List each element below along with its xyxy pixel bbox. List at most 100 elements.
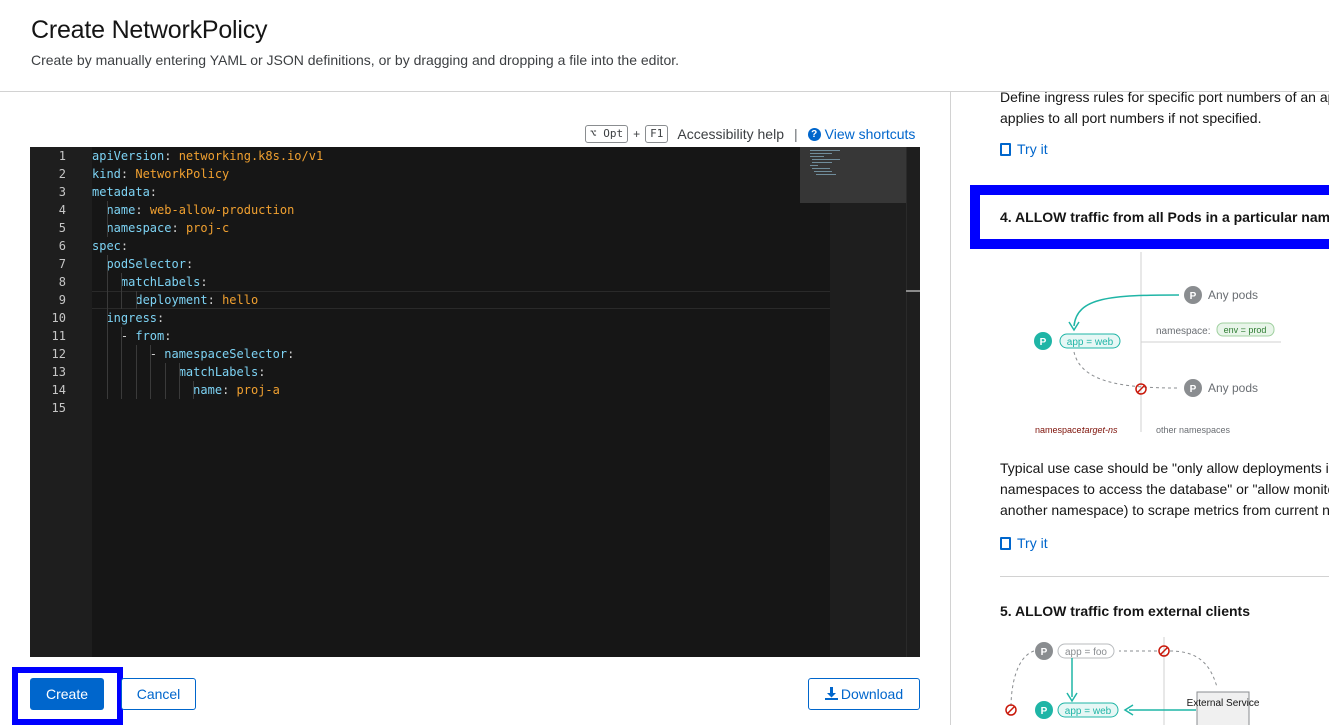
line-number: 14: [51, 383, 66, 397]
sample5-title: 5. ALLOW traffic from external clients: [1000, 603, 1250, 619]
yaml-key: metadata: [92, 185, 150, 199]
view-shortcuts-label: View shortcuts: [824, 126, 916, 142]
minimap-line: [816, 174, 836, 175]
sample4-diagram: P Any pods P Any pods namespace: env = p…: [1034, 252, 1281, 435]
sample3-description-line2: applies to all port numbers if not speci…: [1000, 110, 1262, 126]
line-number: 2: [58, 167, 66, 181]
line-number: 6: [58, 239, 66, 253]
yaml-separator: :: [200, 275, 208, 289]
indent-guide: [121, 291, 123, 309]
indent-guide: [107, 201, 108, 219]
yaml-key: name: [193, 383, 223, 397]
env-prod-tag: env = prod: [1224, 325, 1267, 335]
sample4-description-line2: namespaces to access the database" or "a…: [1000, 481, 1329, 497]
samples-sidebar: Define ingress rules for specific port n…: [951, 92, 1329, 725]
yaml-separator: :: [135, 203, 150, 217]
pod-badge: P: [1041, 706, 1048, 717]
line-number: 4: [58, 203, 66, 217]
target-namespace-label: namespace:: [1035, 425, 1084, 435]
download-button[interactable]: Download: [808, 678, 920, 710]
other-namespaces-label: other namespaces: [1156, 425, 1231, 435]
minimap-line: [810, 165, 818, 166]
line-number: 13: [51, 365, 66, 379]
indent-guide: [121, 381, 123, 399]
yaml-key: name: [106, 203, 136, 217]
yaml-key: from: [135, 329, 165, 343]
yaml-key: namespace: [106, 221, 172, 235]
line-number: 1: [58, 149, 66, 163]
sample5-diagram: P app = foo P app = web External Service: [1005, 637, 1260, 725]
target-ns-label: target-ns: [1082, 425, 1118, 435]
try-it-link-3[interactable]: Try it: [1000, 141, 1048, 157]
editor-scrollbar[interactable]: [906, 147, 920, 657]
minimap-line: [812, 162, 832, 163]
indent-guide: [179, 381, 180, 399]
minimap-line: [810, 153, 832, 154]
minimap[interactable]: [800, 147, 906, 203]
yaml-separator: :: [222, 383, 237, 397]
indent-guide: [164, 363, 166, 381]
sample4-title-highlight: [970, 185, 1329, 249]
pod-badge: P: [1190, 291, 1197, 302]
yaml-value: web-allow-production: [149, 203, 295, 217]
indent-guide: [107, 219, 108, 237]
indent-guide: [135, 381, 137, 399]
yaml-value: networking.k8s.io/v1: [178, 149, 324, 163]
yaml-value: NetworkPolicy: [135, 167, 230, 181]
indent-guide: [107, 327, 108, 345]
line-number: 5: [58, 221, 66, 235]
indent-guide: [121, 363, 123, 381]
code-line: spec:: [92, 237, 128, 255]
yaml-key: apiVersion: [92, 149, 165, 163]
try-it-link-4[interactable]: Try it: [1000, 535, 1048, 551]
namespace-label: namespace:: [1156, 326, 1210, 337]
page-header: Create NetworkPolicy Create by manually …: [0, 0, 1329, 92]
page-subtitle: Create by manually entering YAML or JSON…: [31, 52, 680, 68]
code-line: matchLabels:: [92, 273, 208, 291]
line-number: 11: [51, 329, 66, 343]
line-number: 9: [58, 293, 66, 307]
yaml-separator: :: [120, 167, 136, 181]
code-line: apiVersion: networking.k8s.io/v1: [92, 147, 323, 165]
indent-guide: [135, 363, 137, 381]
cancel-button[interactable]: Cancel: [121, 678, 196, 710]
line-number: 12: [51, 347, 66, 361]
sample3-description-line1: Define ingress rules for specific port n…: [1000, 92, 1329, 105]
yaml-separator: :: [157, 311, 165, 325]
yaml-editor[interactable]: 1 2 3 4 5 6 7 8 9 10 11 12 13 14 15 apiVersion: networ…: [30, 147, 920, 657]
indent-guide: [150, 345, 152, 363]
code-line: metadata:: [92, 183, 157, 201]
plus-sign: +: [633, 127, 641, 141]
line-number: 15: [51, 401, 66, 415]
app-web-tag: app = web: [1067, 337, 1114, 348]
sample4-description-line3: another namespace) to scrape metrics fro…: [1000, 502, 1329, 518]
yaml-key: kind: [92, 167, 121, 181]
view-shortcuts-link[interactable]: ? View shortcuts: [807, 126, 916, 142]
editor-toolbar: ⌥ Opt + F1 Accessibility help | ? View s…: [585, 125, 915, 143]
line-number: 8: [58, 275, 66, 289]
yaml-separator: :: [149, 185, 158, 199]
indent-guide: [107, 291, 108, 309]
indent-guide: [121, 273, 123, 291]
download-label: Download: [840, 686, 904, 702]
download-icon: [824, 687, 838, 700]
yaml-value: proj-a: [236, 383, 280, 397]
pod-badge: P: [1041, 647, 1048, 658]
paste-icon: [1000, 142, 1011, 156]
create-button-highlight: [12, 667, 123, 725]
code-line: ingress:: [92, 309, 164, 327]
code-line: kind: NetworkPolicy: [92, 165, 229, 183]
sample4-description-line1: Typical use case should be "only allow d…: [1000, 460, 1329, 476]
scrollbar-cursor-marker: [906, 290, 920, 292]
any-pods-label-1: Any pods: [1208, 288, 1258, 302]
yaml-key: namespaceSelector: [164, 347, 288, 361]
yaml-key: matchLabels: [178, 365, 259, 379]
paste-icon: [1000, 536, 1011, 550]
indent-guide: [107, 345, 108, 363]
code-line: - from:: [92, 327, 172, 345]
code-area[interactable]: apiVersion: networking.k8s.io/v1 kind: Ne…: [92, 147, 830, 657]
app-foo-tag: app = foo: [1065, 647, 1107, 658]
yaml-separator: :: [207, 293, 223, 307]
